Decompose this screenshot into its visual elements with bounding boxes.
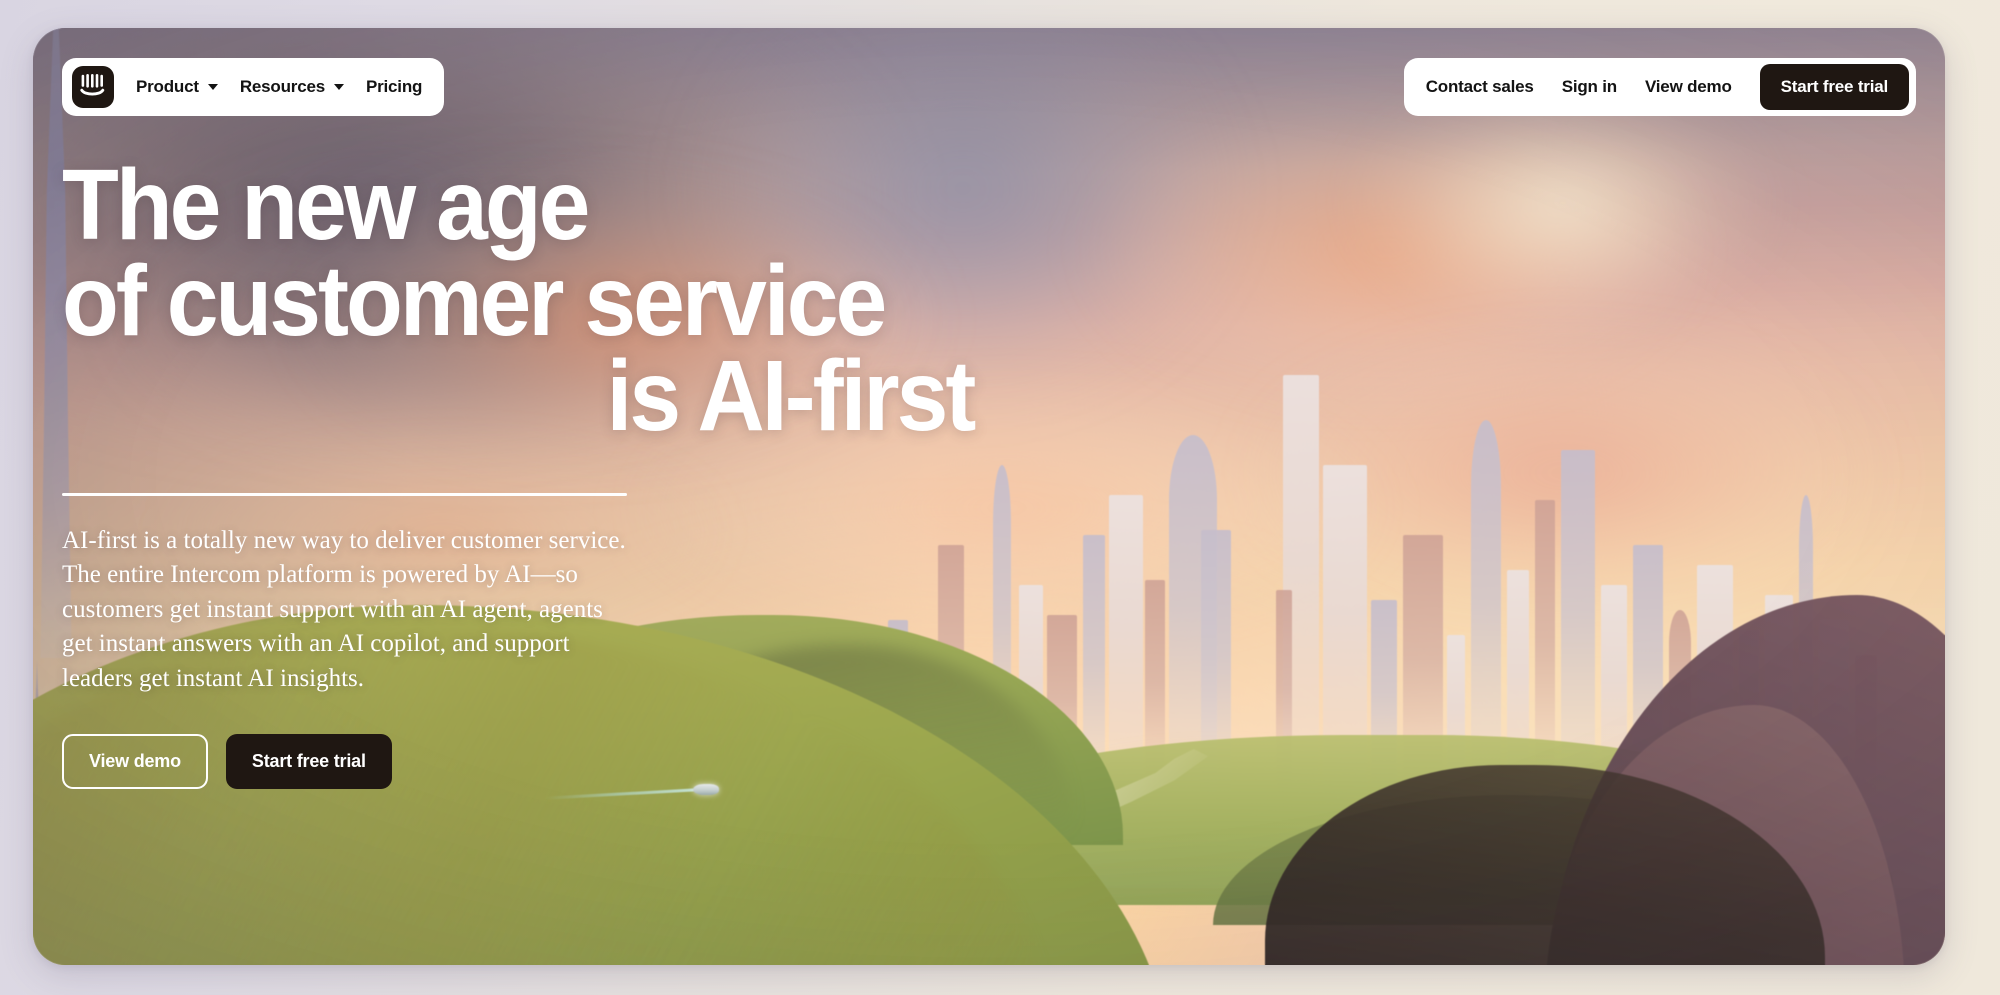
utility-navigation: Contact sales Sign in View demo Start fr… [1403,58,1916,116]
hero-card: Product Resources Pricing Contact sales … [33,28,1945,965]
nav-item-product-label: Product [136,77,199,96]
intercom-logo-icon[interactable] [72,66,114,108]
chevron-down-icon [333,84,344,90]
start-free-trial-hero-button[interactable]: Start free trial [225,734,392,789]
primary-navigation: Product Resources Pricing [62,58,445,116]
nav-item-pricing[interactable]: Pricing [366,77,422,97]
start-free-trial-button[interactable]: Start free trial [1759,64,1909,110]
hero-headline: The new age of customer service is AI-fi… [62,149,976,445]
nav-item-product[interactable]: Product [136,77,218,97]
hero-lede: AI-first is a totally new way to deliver… [62,526,626,692]
nav-item-contact-sales[interactable]: Contact sales [1426,77,1534,97]
chevron-down-icon [207,84,218,90]
headline-line-3: is AI-first [606,340,977,452]
nav-item-resources[interactable]: Resources [240,77,344,97]
nav-item-sign-in[interactable]: Sign in [1562,77,1617,97]
view-demo-button[interactable]: View demo [62,734,208,789]
nav-item-view-demo[interactable]: View demo [1645,77,1732,97]
hero-divider [62,492,627,496]
nav-item-pricing-label: Pricing [365,77,423,96]
hero-content: The new age of customer service is AI-fi… [62,149,1012,789]
hero-cta-row: View demo Start free trial [62,734,1012,789]
headline-line-1: The new age [62,149,590,261]
nav-item-resources-label: Resources [239,77,325,96]
headline-line-2: of customer service [62,244,887,357]
